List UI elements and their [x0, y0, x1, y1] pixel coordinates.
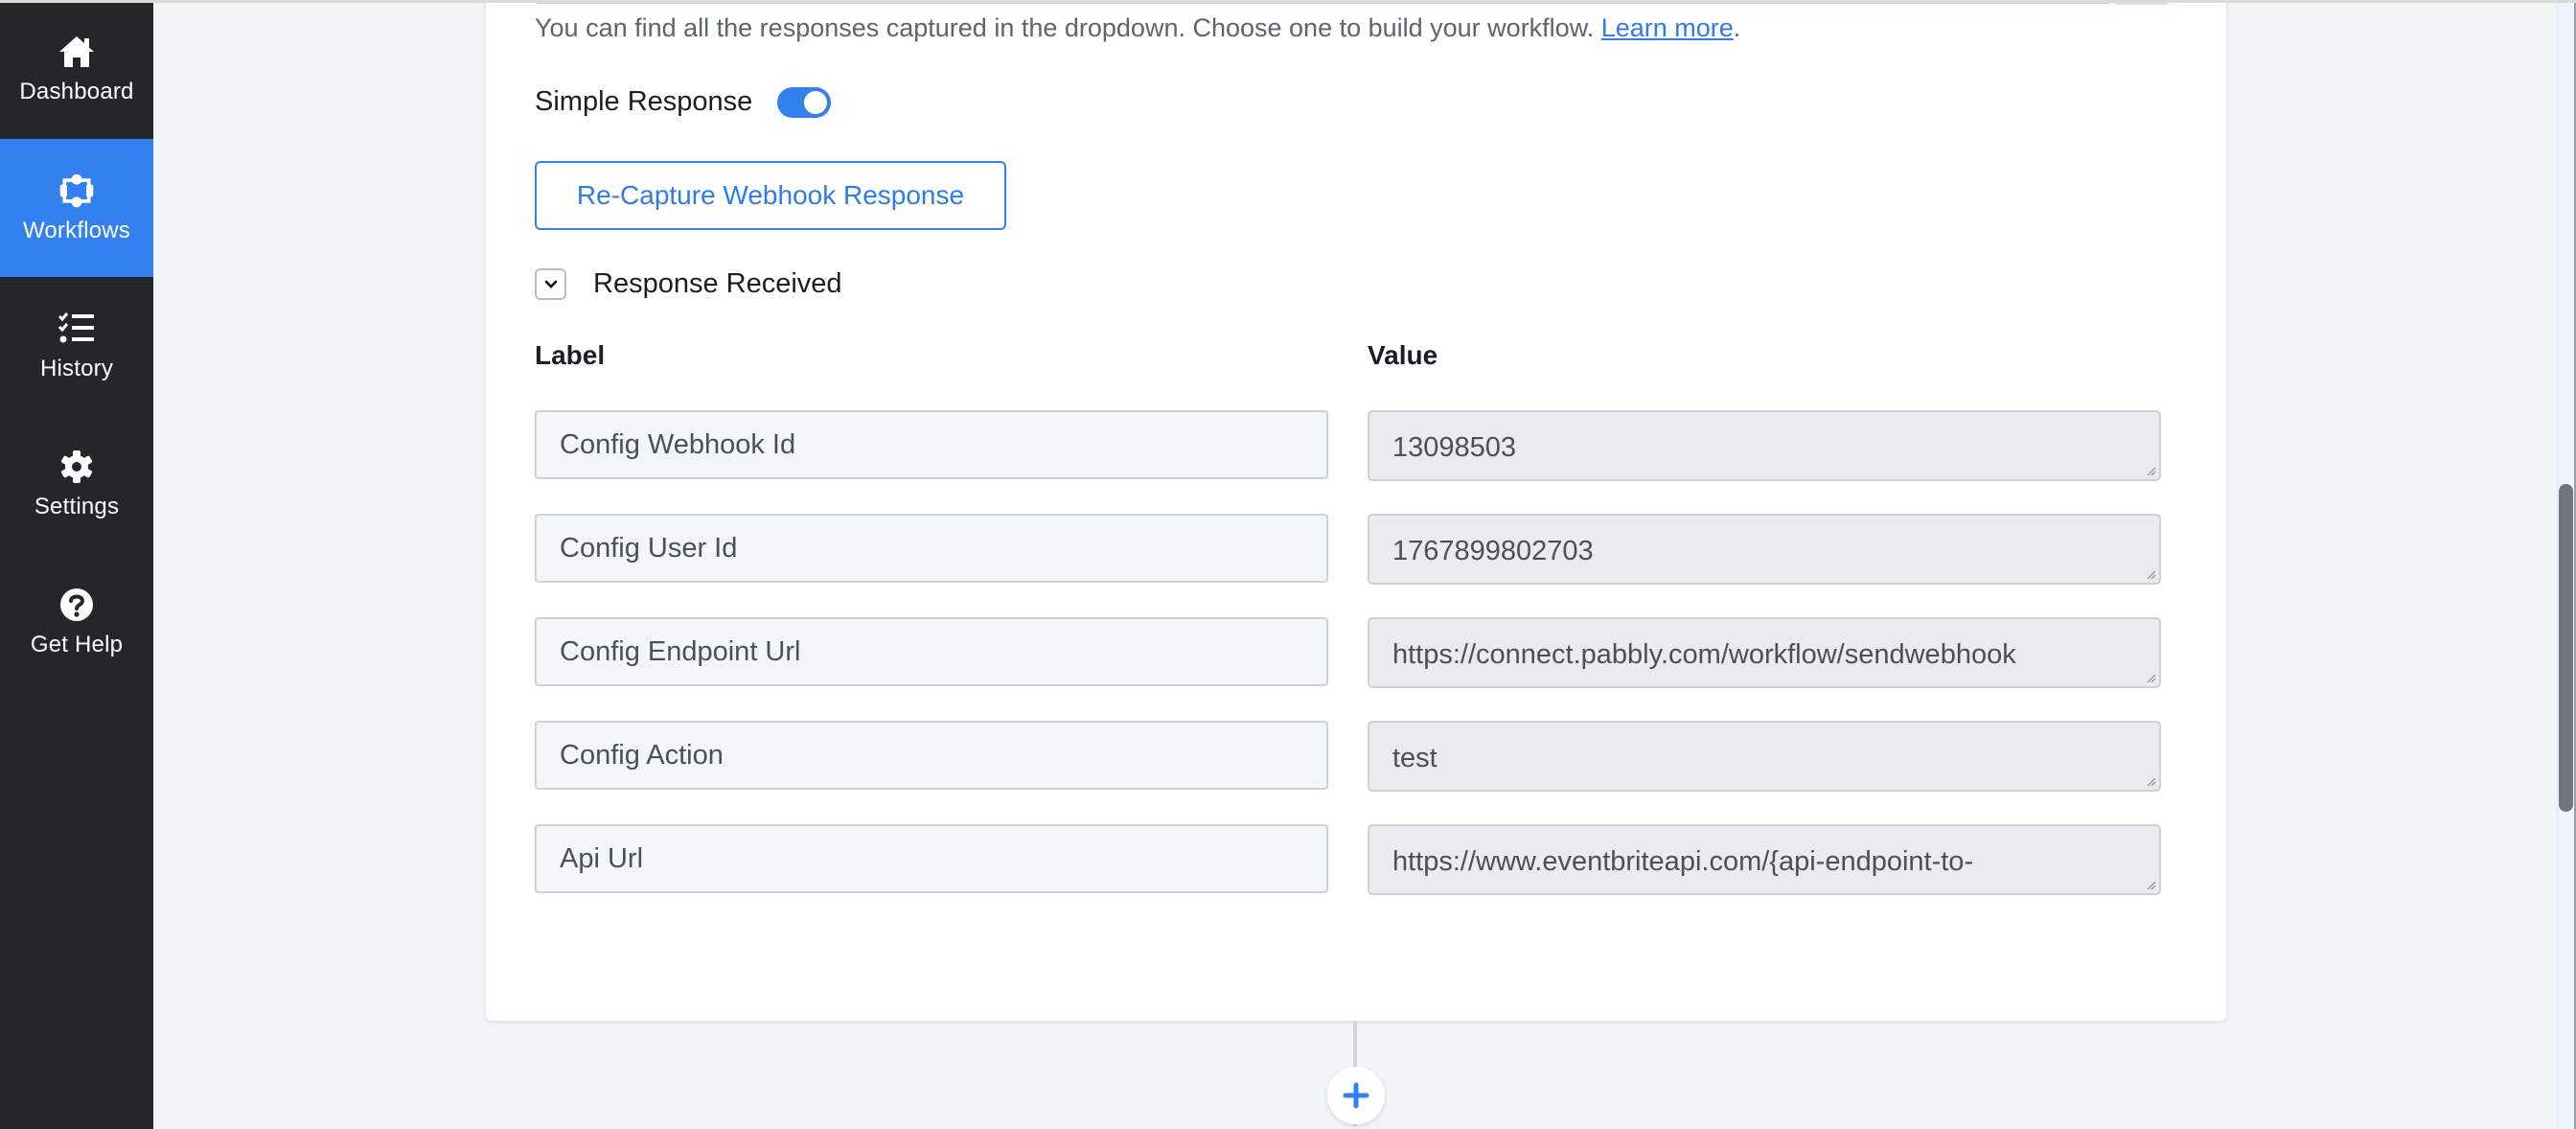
sidebar-item-dashboard[interactable]: Dashboard: [0, 0, 153, 138]
learn-more-link[interactable]: Learn more: [1601, 13, 1734, 42]
sidebar-item-workflows[interactable]: Workflows: [0, 139, 153, 277]
sidebar-item-get-help[interactable]: Get Help: [0, 553, 153, 691]
vertical-scrollbar-thumb[interactable]: [2559, 484, 2573, 812]
workflow-icon: [58, 172, 96, 210]
simple-response-toggle[interactable]: [777, 86, 832, 118]
sidebar-item-label: Workflows: [22, 218, 131, 243]
resize-grip-icon[interactable]: [2145, 775, 2156, 787]
row-value-text: 1767899802703: [1392, 536, 1594, 566]
add-step-button[interactable]: [1327, 1067, 1385, 1124]
sidebar-item-history[interactable]: History: [0, 277, 153, 415]
row-value-text: test: [1392, 743, 1438, 773]
response-hint: You can find all the responses captured …: [535, 13, 1740, 43]
hint-text: You can find all the responses captured …: [535, 13, 1601, 42]
response-received-collapse-toggle[interactable]: [535, 268, 566, 300]
value-column-header: Value: [1368, 340, 1438, 370]
row-value-field[interactable]: https://connect.pabbly.com/workflow/send…: [1368, 617, 2161, 688]
sidebar-item-label: Settings: [34, 494, 120, 519]
hint-end: .: [1733, 13, 1741, 42]
label-column-header: Label: [535, 340, 606, 370]
sidebar-item-label: Dashboard: [19, 79, 134, 104]
sidebar-item-label: History: [39, 356, 114, 381]
chevron-down-icon: [544, 280, 557, 288]
row-label-field: Config Endpoint Url: [535, 617, 1328, 686]
row-label-field: Config User Id: [535, 514, 1328, 583]
sidebar: Dashboard Workflows History Settings Get…: [0, 0, 153, 1129]
question-circle-icon: [58, 586, 96, 624]
plus-icon: [1343, 1082, 1369, 1109]
row-value-text: 13098503: [1392, 432, 1517, 463]
response-received-label: Response Received: [593, 268, 842, 299]
row-value-field[interactable]: test: [1368, 721, 2161, 792]
resize-grip-icon[interactable]: [2145, 672, 2156, 683]
row-value-text: https://www.eventbriteapi.com/{api-endpo…: [1392, 846, 1974, 877]
simple-response-label: Simple Response: [535, 86, 753, 117]
response-received-row: Response Received: [535, 268, 842, 300]
resize-grip-icon[interactable]: [2145, 465, 2156, 476]
window-top-border: [0, 0, 2576, 3]
row-value-field[interactable]: 13098503: [1368, 410, 2161, 481]
gear-icon: [58, 448, 96, 486]
row-label-field: Config Action: [535, 721, 1328, 790]
row-value-field[interactable]: 1767899802703: [1368, 514, 2161, 585]
recapture-webhook-response-button[interactable]: Re-Capture Webhook Response: [535, 161, 1006, 230]
row-label-field: Api Url: [535, 824, 1328, 893]
resize-grip-icon[interactable]: [2145, 568, 2156, 580]
simple-response-row: Simple Response: [535, 86, 832, 118]
row-label-field: Config Webhook Id: [535, 410, 1328, 479]
home-icon: [58, 33, 96, 71]
toggle-knob: [804, 90, 828, 114]
resize-grip-icon[interactable]: [2145, 879, 2156, 890]
checklist-icon: [58, 310, 96, 348]
sidebar-item-label: Get Help: [30, 632, 124, 657]
row-value-text: https://connect.pabbly.com/workflow/send…: [1392, 639, 2016, 670]
row-value-field[interactable]: https://www.eventbriteapi.com/{api-endpo…: [1368, 824, 2161, 895]
sidebar-item-settings[interactable]: Settings: [0, 415, 153, 553]
